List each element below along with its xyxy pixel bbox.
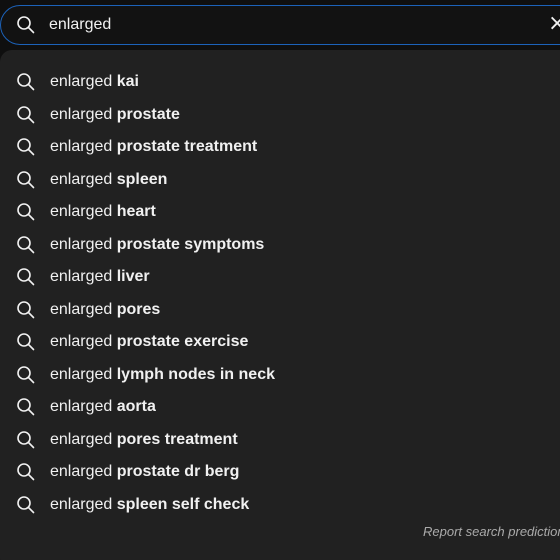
suggestion-completion: aorta <box>116 398 156 415</box>
suggestion-text: enlarged spleen <box>50 170 167 190</box>
suggestion-completion: prostate symptoms <box>116 235 265 253</box>
suggestion-text: enlarged prostate symptoms <box>50 235 264 255</box>
search-icon <box>16 267 36 287</box>
suggestion-completion: heart <box>116 203 156 220</box>
suggestion-text: enlarged prostate exercise <box>50 332 248 352</box>
suggestion-text: enlarged heart <box>50 202 156 222</box>
suggestion-text: enlarged prostate treatment <box>50 137 257 157</box>
search-icon <box>16 137 36 157</box>
suggestion-item[interactable]: enlarged prostate <box>0 99 560 132</box>
suggestion-prefix: enlarged <box>50 105 113 123</box>
suggestion-completion: prostate treatment <box>116 138 258 155</box>
suggestion-completion: prostate exercise <box>116 333 249 350</box>
search-icon <box>16 105 36 125</box>
suggestion-item[interactable]: enlarged lymph nodes in neck <box>0 359 560 392</box>
suggestion-item[interactable]: enlarged prostate symptoms <box>0 229 560 262</box>
suggestion-item[interactable]: enlarged spleen <box>0 164 560 197</box>
suggestion-item[interactable]: enlarged prostate dr berg <box>0 456 560 489</box>
suggestion-prefix: enlarged <box>50 300 113 318</box>
suggestion-completion: prostate <box>116 105 180 123</box>
search-icon <box>16 332 36 352</box>
search-icon <box>16 430 36 450</box>
suggestion-text: enlarged pores <box>50 300 160 320</box>
search-icon <box>16 462 36 482</box>
suggestion-text: enlarged pores treatment <box>50 430 238 450</box>
suggestion-completion: pores treatment <box>116 430 238 448</box>
suggestion-text: enlarged spleen self check <box>50 495 249 515</box>
search-icon <box>16 365 36 385</box>
suggestion-text: enlarged lymph nodes in neck <box>50 365 275 385</box>
search-icon <box>16 397 36 417</box>
suggestion-completion: lymph nodes in neck <box>116 365 275 383</box>
search-icon <box>16 15 36 35</box>
suggestion-text: enlarged kai <box>50 72 139 92</box>
suggestion-prefix: enlarged <box>50 73 113 90</box>
suggestion-completion: liver <box>116 268 150 285</box>
suggestion-list: enlarged kai enlarged prostate enlarged pr… <box>0 66 560 521</box>
search-icon <box>16 72 36 92</box>
report-search-predictions-link[interactable]: Report search predictions <box>423 524 560 539</box>
search-icon <box>16 300 36 320</box>
suggestion-prefix: enlarged <box>50 203 113 220</box>
search-icon <box>16 170 36 190</box>
clear-icon[interactable]: × <box>548 11 560 37</box>
suggestion-prefix: enlarged <box>50 365 113 383</box>
suggestion-prefix: enlarged <box>50 268 113 285</box>
suggestion-completion: prostate dr berg <box>116 463 240 480</box>
suggestion-text: enlarged aorta <box>50 397 156 417</box>
suggestion-item[interactable]: enlarged spleen self check <box>0 489 560 522</box>
suggestion-prefix: enlarged <box>50 495 113 513</box>
search-input[interactable] <box>49 14 529 36</box>
suggestion-completion: spleen <box>116 170 168 188</box>
suggestion-item[interactable]: enlarged pores treatment <box>0 424 560 457</box>
search-box[interactable]: × <box>0 5 560 45</box>
search-icon <box>16 235 36 255</box>
suggestion-prefix: enlarged <box>50 463 113 480</box>
suggestion-prefix: enlarged <box>50 235 113 253</box>
suggestion-prefix: enlarged <box>50 333 113 350</box>
suggestions-dropdown: enlarged kai enlarged prostate enlarged pr… <box>0 50 560 560</box>
suggestion-completion: pores <box>116 300 161 318</box>
suggestion-prefix: enlarged <box>50 138 113 155</box>
suggestion-completion: spleen self check <box>116 495 250 513</box>
suggestion-text: enlarged prostate <box>50 105 180 125</box>
suggestion-prefix: enlarged <box>50 398 113 415</box>
suggestion-text: enlarged liver <box>50 267 150 287</box>
suggestion-item[interactable]: enlarged aorta <box>0 391 560 424</box>
suggestion-prefix: enlarged <box>50 170 113 188</box>
page: × enlarged kaienlarged prostateenlarged … <box>0 0 560 560</box>
search-icon <box>16 202 36 222</box>
suggestion-item[interactable]: enlarged prostate exercise <box>0 326 560 359</box>
suggestion-completion: kai <box>116 73 139 90</box>
suggestion-item[interactable]: enlarged liver <box>0 261 560 294</box>
suggestion-item[interactable]: enlarged pores <box>0 294 560 327</box>
suggestion-prefix: enlarged <box>50 430 113 448</box>
suggestion-item[interactable]: enlarged kai <box>0 66 560 99</box>
search-icon <box>16 495 36 515</box>
suggestion-text: enlarged prostate dr berg <box>50 462 239 482</box>
suggestion-item[interactable]: enlarged heart <box>0 196 560 229</box>
suggestion-item[interactable]: enlarged prostate treatment <box>0 131 560 164</box>
